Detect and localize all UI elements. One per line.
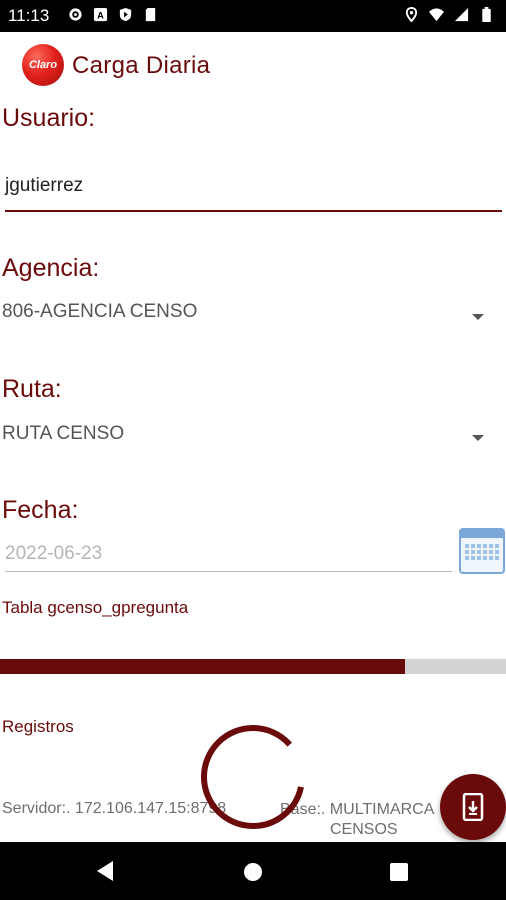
download-button[interactable] xyxy=(440,774,506,840)
battery-icon xyxy=(482,7,491,22)
servidor-text: Servidor:. 172.106.147.15:8798 xyxy=(2,800,227,817)
usuario-input[interactable]: jgutierrez xyxy=(5,175,83,197)
ruta-select[interactable]: RUTA CENSO xyxy=(2,423,124,445)
recents-icon[interactable] xyxy=(390,863,408,881)
a-icon: A xyxy=(93,7,108,22)
registros-label: Registros xyxy=(2,717,74,736)
play-shield-icon xyxy=(119,7,132,22)
claro-logo: Claro xyxy=(22,44,64,86)
agencia-dropdown-icon[interactable] xyxy=(472,314,484,320)
fecha-label: Fecha: xyxy=(2,496,79,524)
fecha-input[interactable]: 2022-06-23 xyxy=(5,543,102,565)
page-title: Carga Diaria xyxy=(72,52,211,79)
fecha-underline xyxy=(5,571,452,572)
agencia-select[interactable]: 806-AGENCIA CENSO xyxy=(2,301,197,323)
status-bar: 11:13 A xyxy=(0,0,506,32)
wifi-icon xyxy=(429,8,444,22)
usuario-label: Usuario: xyxy=(2,104,96,132)
ruta-label: Ruta: xyxy=(2,375,62,403)
sd-card-icon xyxy=(145,7,156,22)
gear-icon xyxy=(69,8,82,21)
calendar-icon[interactable] xyxy=(459,528,505,574)
home-icon[interactable] xyxy=(243,862,263,882)
app-bar: Claro Carga Diaria xyxy=(0,32,506,98)
status-time: 11:13 xyxy=(8,6,50,25)
table-label: Tabla gcenso_gpregunta xyxy=(2,598,189,617)
ruta-dropdown-icon[interactable] xyxy=(472,435,484,441)
signal-icon xyxy=(454,7,469,22)
logo-text: Claro xyxy=(28,59,58,71)
navigation-bar xyxy=(0,842,506,900)
back-icon[interactable] xyxy=(95,860,115,882)
location-icon xyxy=(405,7,418,22)
svg-text:A: A xyxy=(97,11,104,21)
usuario-underline xyxy=(5,210,502,212)
loading-spinner xyxy=(201,725,305,829)
progress-bar xyxy=(0,659,506,674)
phone-download-icon xyxy=(462,793,484,821)
agencia-label: Agencia: xyxy=(2,254,100,282)
progress-fill xyxy=(0,659,405,674)
